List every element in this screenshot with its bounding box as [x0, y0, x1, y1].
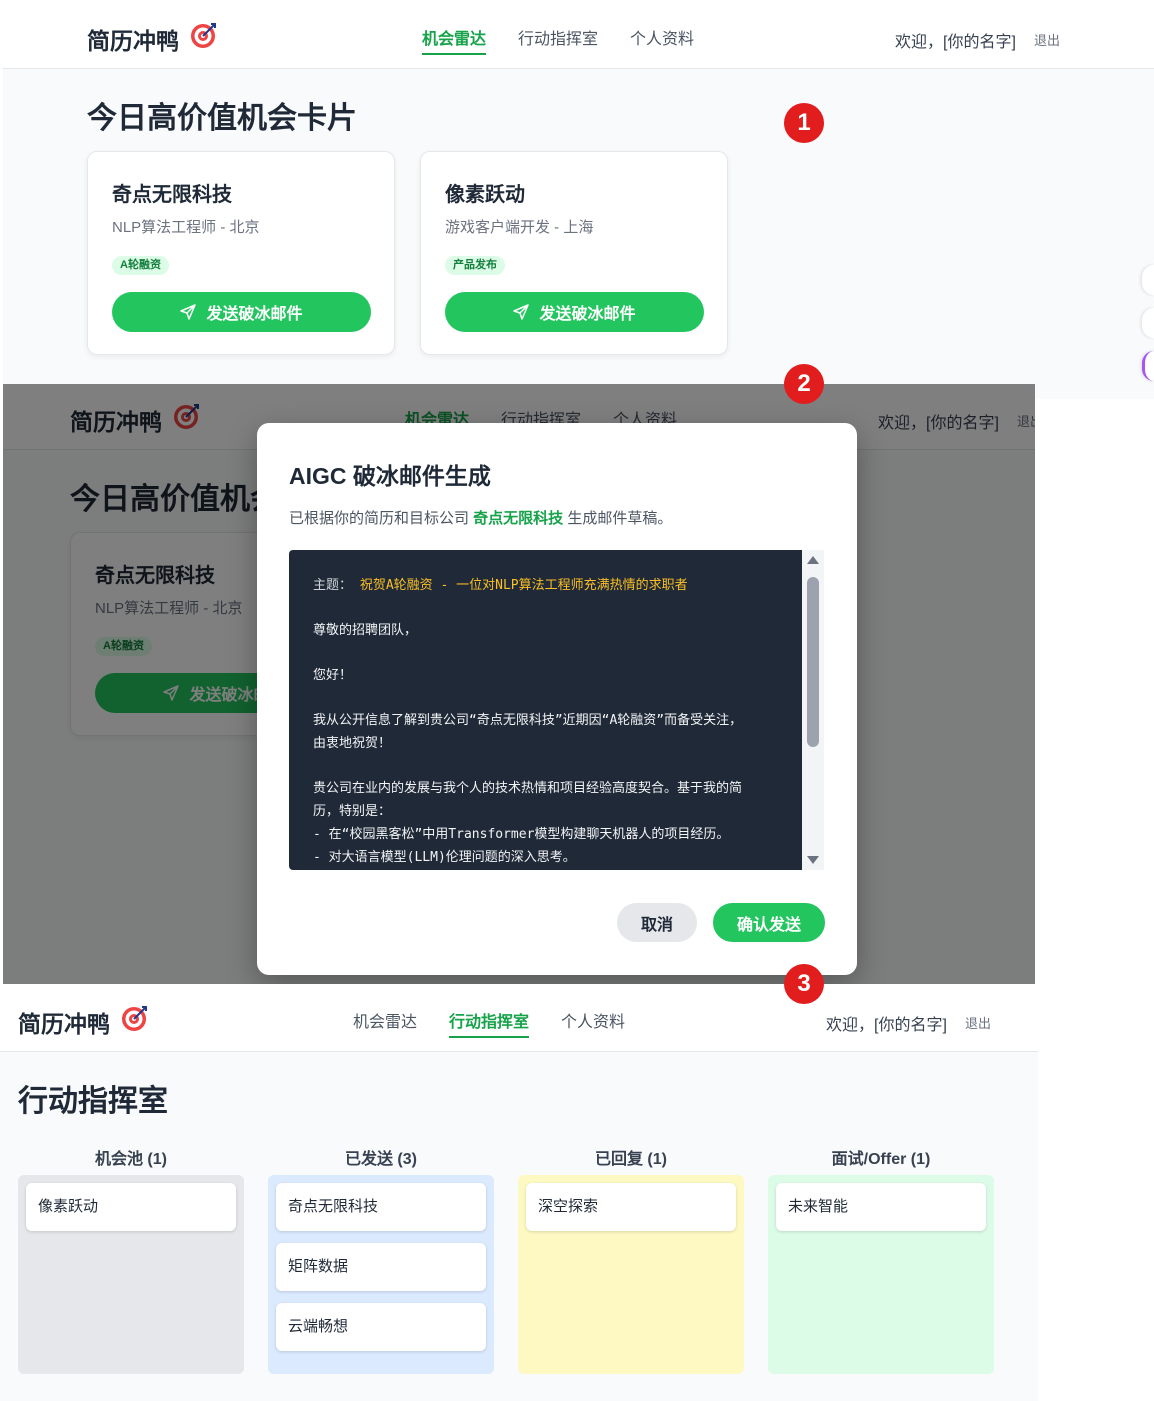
- email-body-line: 由衷地祝贺！: [313, 736, 392, 751]
- kanban-card[interactable]: 深空探索: [526, 1183, 736, 1231]
- page-title: 行动指挥室: [18, 1085, 168, 1118]
- logout-link[interactable]: 退出: [965, 1013, 991, 1032]
- page-title: 今日高价值机会卡片: [87, 102, 357, 135]
- scroll-thumb[interactable]: [807, 577, 819, 747]
- kanban-card[interactable]: 像素跃动: [26, 1183, 236, 1231]
- send-button-label: 发送破冰邮件: [206, 306, 303, 323]
- nav-profile[interactable]: 个人资料: [561, 1008, 625, 1038]
- nav-profile[interactable]: 个人资料: [630, 25, 694, 55]
- opportunity-radar-screen: 简历冲鸭 机会雷达 行动指挥室 个人资料 欢迎，[你的名字] 退出 今日高价值机…: [3, 3, 1154, 399]
- email-draft-modal: AIGC 破冰邮件生成 已根据你的简历和目标公司 奇点无限科技 生成邮件草稿。 …: [257, 423, 857, 975]
- subject-text: 祝贺A轮融资 - 一位对NLP算法工程师充满热情的求职者: [359, 578, 688, 593]
- email-body-line: 贵公司在业内的发展与我个人的技术热情和项目经验高度契合。基于我的简: [313, 781, 743, 796]
- send-icon: [180, 304, 197, 320]
- opportunity-card: 奇点无限科技 NLP算法工程师 - 北京 A轮融资 发送破冰邮件: [87, 151, 395, 355]
- send-icebreaker-button[interactable]: 发送破冰邮件: [445, 292, 704, 332]
- confirm-send-button[interactable]: 确认发送: [713, 903, 825, 942]
- subject-label: 主题：: [313, 578, 353, 593]
- email-body-line: 您好！: [313, 668, 353, 683]
- modal-description: 已根据你的简历和目标公司 奇点无限科技 生成邮件草稿。: [289, 507, 672, 528]
- welcome-text: 欢迎，[你的名字]: [826, 1017, 947, 1034]
- send-button-label: 发送破冰邮件: [539, 306, 636, 323]
- card-role: 游戏客户端开发 - 上海: [445, 219, 594, 236]
- kanban-column-replied: 深空探索: [518, 1175, 744, 1374]
- email-body-line: 我从公开信息了解到贵公司“奇点无限科技”近期因“A轮融资”而备受关注，: [313, 713, 743, 728]
- desc-prefix: 已根据你的简历和目标公司: [289, 510, 474, 527]
- nav-links: 机会雷达 行动指挥室 个人资料: [422, 25, 694, 55]
- desc-suffix: 生成邮件草稿。: [563, 510, 673, 527]
- card-company: 像素跃动: [445, 184, 525, 206]
- top-nav: 简历冲鸭 机会雷达 行动指挥室 个人资料 欢迎，[你的名字] 退出: [3, 3, 1154, 69]
- logout-link[interactable]: 退出: [1034, 30, 1060, 49]
- scroll-up-arrow-icon[interactable]: [807, 556, 819, 564]
- email-draft-textarea[interactable]: 主题： 祝贺A轮融资 - 一位对NLP算法工程师充满热情的求职者 尊敬的招聘团队…: [289, 550, 802, 870]
- nav-opportunity-radar[interactable]: 机会雷达: [353, 1008, 417, 1038]
- email-body-line: - 对大语言模型(LLM)伦理问题的深入思考。: [313, 850, 576, 865]
- target-company: 奇点无限科技: [473, 510, 564, 527]
- modal-title: AIGC 破冰邮件生成: [289, 463, 491, 489]
- email-body-line: - 在“校园黑客松”中用Transformer模型构建聊天机器人的项目经历。: [313, 827, 730, 842]
- column-title: 已发送 (3): [344, 1151, 417, 1168]
- card-role: NLP算法工程师 - 北京: [112, 219, 260, 236]
- app-logo[interactable]: 简历冲鸭: [87, 22, 179, 56]
- card-tag: 产品发布: [445, 256, 505, 275]
- kanban-card[interactable]: 未来智能: [776, 1183, 986, 1231]
- kanban-card[interactable]: 矩阵数据: [276, 1243, 486, 1291]
- subject-line: 主题： 祝贺A轮融资 - 一位对NLP算法工程师充满热情的求职者: [313, 574, 778, 597]
- target-dart-icon: [122, 1006, 147, 1031]
- column-title: 面试/Offer (1): [831, 1151, 931, 1168]
- nav-action-center[interactable]: 行动指挥室: [518, 25, 598, 55]
- scroll-down-arrow-icon[interactable]: [807, 856, 819, 864]
- nav-action-center[interactable]: 行动指挥室: [449, 1008, 530, 1038]
- column-title: 已回复 (1): [594, 1151, 667, 1168]
- kanban-column-sent: 奇点无限科技 矩阵数据 云端畅想: [268, 1175, 494, 1374]
- opportunity-card: 像素跃动 游戏客户端开发 - 上海 产品发布 发送破冰邮件: [420, 151, 728, 355]
- target-dart-icon: [191, 23, 216, 48]
- email-body-line: 尊敬的招聘团队，: [313, 623, 418, 638]
- card-tag: A轮融资: [112, 256, 169, 275]
- step-marker-3: 3: [784, 964, 824, 1004]
- kanban-card[interactable]: 奇点无限科技: [276, 1183, 486, 1231]
- draft-scrollbar[interactable]: [802, 550, 824, 870]
- email-body-line: 历，特别是：: [313, 804, 392, 819]
- column-title: 机会池 (1): [94, 1151, 167, 1168]
- send-icebreaker-button[interactable]: 发送破冰邮件: [112, 292, 371, 332]
- send-icon: [513, 304, 530, 320]
- app-logo[interactable]: 简历冲鸭: [18, 1005, 110, 1039]
- action-center-screen: 简历冲鸭 机会雷达 行动指挥室 个人资料 欢迎，[你的名字] 退出 行动指挥室 …: [0, 986, 1038, 1401]
- kanban-column-interview: 未来智能: [768, 1175, 994, 1374]
- nav-opportunity-radar[interactable]: 机会雷达: [422, 25, 487, 55]
- side-widget[interactable]: [1142, 351, 1154, 381]
- kanban-column-pool: 像素跃动: [18, 1175, 244, 1374]
- top-nav: 简历冲鸭 机会雷达 行动指挥室 个人资料 欢迎，[你的名字] 退出: [0, 986, 1038, 1052]
- cancel-button[interactable]: 取消: [617, 903, 697, 942]
- nav-links: 机会雷达 行动指挥室 个人资料: [353, 1008, 625, 1038]
- side-widget[interactable]: [1142, 308, 1154, 338]
- side-widget[interactable]: [1142, 265, 1154, 295]
- card-company: 奇点无限科技: [112, 184, 232, 206]
- step-marker-2: 2: [784, 364, 824, 404]
- kanban-card[interactable]: 云端畅想: [276, 1303, 486, 1351]
- icebreaker-email-screen: 简历冲鸭 机会雷达 行动指挥室 个人资料 欢迎，[你的名字] 退出 今日高价值机…: [3, 384, 1035, 984]
- welcome-text: 欢迎，[你的名字]: [895, 34, 1016, 51]
- step-marker-1: 1: [784, 103, 824, 143]
